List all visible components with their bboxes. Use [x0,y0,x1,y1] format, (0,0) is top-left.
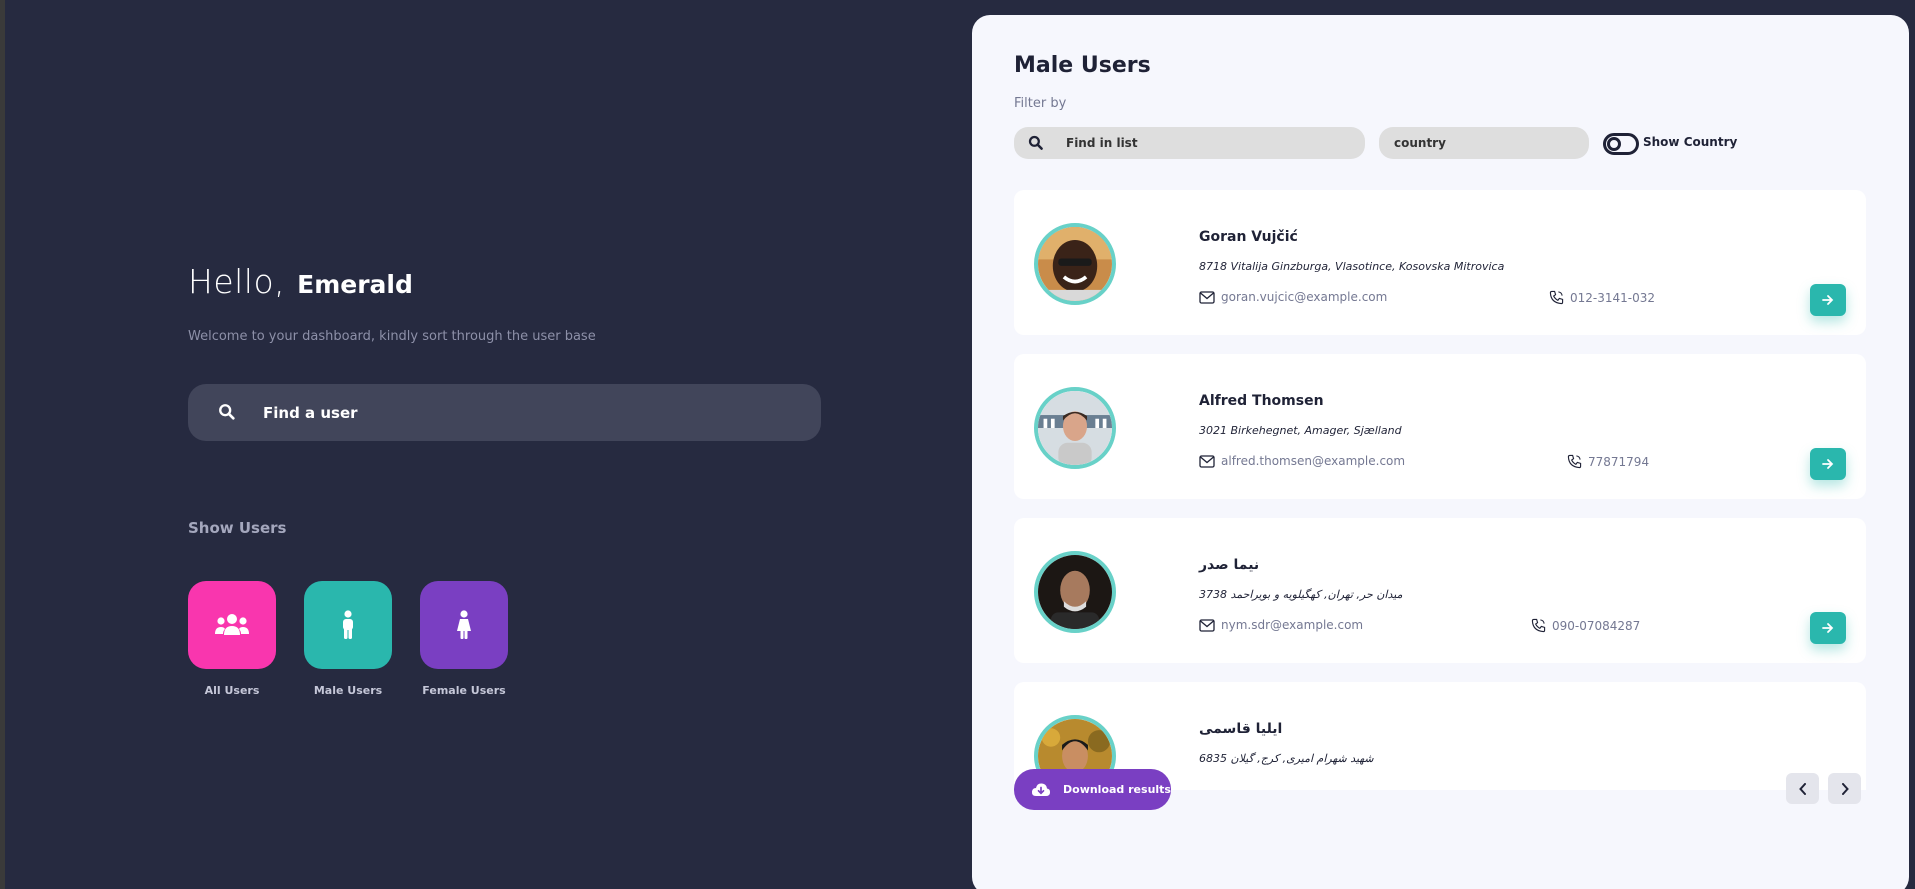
avatar [1034,551,1116,633]
find-user-input[interactable] [263,403,763,422]
mail-icon [1199,290,1215,304]
greeting-hello: Hello, [188,262,286,301]
phone-icon [1567,454,1582,469]
user-address: 3738 میدان حر, تهران, کهگیلویه و بویراحم… [1199,588,1403,601]
all-users-tile[interactable]: All Users [188,581,276,697]
avatar [1034,387,1116,469]
user-email: goran.vujcic@example.com [1199,290,1387,304]
panel-title: Male Users [1014,53,1151,78]
view-user-button[interactable] [1810,448,1846,480]
view-user-button[interactable] [1810,612,1846,644]
user-card: Goran Vujčić 8718 Vitalija Ginzburga, Vl… [1014,190,1866,335]
male-users-tile[interactable]: Male Users [304,581,392,697]
greeting-user-name: Emerald [297,270,413,299]
user-name: ایلیا قاسمی [1199,721,1283,737]
avatar [1034,223,1116,305]
chevron-right-icon [1841,782,1849,795]
prev-page-button[interactable] [1786,773,1819,804]
female-users-label: Female Users [422,684,506,697]
user-address: 6835 شهید شهرام امیری, کرج, گیلان [1199,752,1374,765]
search-icon [1028,135,1044,151]
list-search[interactable] [1014,127,1365,159]
female-icon [457,610,471,639]
window-edge [0,0,5,889]
user-email-text: alfred.thomsen@example.com [1221,454,1406,468]
user-phone: 012-3141-032 [1549,290,1655,305]
user-phone: 77871794 [1567,454,1649,469]
user-card: نیما صدر 3738 میدان حر, تهران, کهگیلویه … [1014,518,1866,663]
male-icon [343,610,353,639]
user-email-text: goran.vujcic@example.com [1221,290,1388,304]
list-search-input[interactable] [1066,136,1346,150]
greeting: Hello, Emerald [188,262,413,301]
show-country-toggle[interactable] [1603,133,1639,155]
user-address: 8718 Vitalija Ginzburga, Vlasotince, Kos… [1199,260,1505,273]
all-users-label: All Users [204,684,260,697]
user-list[interactable]: Goran Vujčić 8718 Vitalija Ginzburga, Vl… [1014,190,1866,790]
avatar-photo [1038,227,1112,301]
country-filter[interactable] [1379,127,1589,159]
download-results-label: Download results [1063,783,1171,796]
arrow-right-icon [1822,295,1834,305]
find-user-search[interactable] [188,384,821,441]
male-users-label: Male Users [313,684,383,697]
country-input[interactable] [1394,136,1574,150]
user-card: Alfred Thomsen 3021 Birkehegnet, Amager,… [1014,354,1866,499]
users-panel: Male Users Filter by Show Country [972,15,1909,889]
view-user-button[interactable] [1810,284,1846,316]
filter-by-label: Filter by [1014,96,1067,111]
all-users-button[interactable] [188,581,276,669]
mail-icon [1199,618,1215,632]
user-name: Goran Vujčić [1199,229,1298,245]
user-phone: 090-07084287 [1531,618,1640,633]
users-group-icon [215,614,249,635]
cloud-download-icon [1031,782,1051,796]
female-users-button[interactable] [420,581,508,669]
avatar-photo [1038,555,1112,629]
user-address: 3021 Birkehegnet, Amager, Sjælland [1199,424,1402,437]
user-phone-text: 77871794 [1588,454,1650,469]
phone-icon [1531,618,1546,633]
male-users-button[interactable] [304,581,392,669]
user-email-text: nym.sdr@example.com [1221,618,1364,632]
chevron-left-icon [1798,782,1806,795]
download-results-button[interactable]: Download results [1014,769,1171,810]
female-users-tile[interactable]: Female Users [420,581,508,697]
phone-icon [1549,290,1564,305]
user-email: alfred.thomsen@example.com [1199,454,1405,468]
search-icon [218,403,238,423]
user-name: Alfred Thomsen [1199,393,1324,409]
next-page-button[interactable] [1828,773,1861,804]
arrow-right-icon [1822,459,1834,469]
mail-icon [1199,454,1215,468]
user-email: nym.sdr@example.com [1199,618,1363,632]
toggle-knob [1607,137,1621,151]
arrow-right-icon [1822,623,1834,633]
show-country-label: Show Country [1643,135,1738,149]
user-phone-text: 090-07084287 [1552,618,1641,633]
user-phone-text: 012-3141-032 [1570,290,1656,305]
user-name: نیما صدر [1199,557,1260,573]
show-users-title: Show Users [188,519,287,537]
welcome-text: Welcome to your dashboard, kindly sort t… [188,329,596,344]
avatar-photo [1038,391,1112,465]
